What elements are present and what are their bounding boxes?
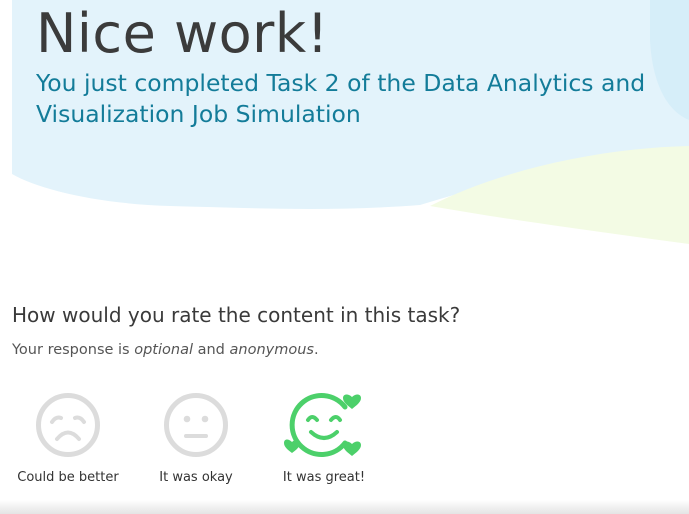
sad-face-icon bbox=[36, 393, 100, 457]
heart-icon bbox=[343, 441, 361, 456]
rating-option-label: Could be better bbox=[17, 470, 119, 485]
page-subtitle: You just completed Task 2 of the Data An… bbox=[36, 69, 646, 128]
rating-note: Your response is optional and anonymous. bbox=[12, 342, 319, 358]
rating-options: Could be better It was okay It was great… bbox=[0, 390, 689, 490]
page-title: Nice work! bbox=[36, 2, 329, 65]
rating-option-it-was-great[interactable]: It was great! bbox=[260, 390, 388, 490]
task-complete-page: Nice work! You just completed Task 2 of … bbox=[0, 0, 689, 514]
rating-note-prefix: Your response is bbox=[12, 342, 135, 358]
happy-face-icon bbox=[284, 393, 361, 457]
rating-note-optional: optional bbox=[134, 342, 193, 358]
heart-icon bbox=[284, 439, 300, 453]
rating-option-it-was-okay[interactable]: It was okay bbox=[132, 390, 260, 490]
rating-note-suffix: . bbox=[313, 342, 319, 358]
rating-note-anonymous: anonymous bbox=[229, 342, 314, 358]
rating-option-label: It was okay bbox=[159, 470, 233, 485]
rating-option-could-be-better[interactable]: Could be better bbox=[4, 390, 132, 490]
rating-question: How would you rate the content in this t… bbox=[12, 303, 461, 327]
rating-option-label: It was great! bbox=[282, 470, 366, 485]
bottom-shadow bbox=[0, 500, 689, 514]
rating-note-and: and bbox=[193, 342, 230, 358]
neutral-face-icon bbox=[164, 393, 228, 457]
